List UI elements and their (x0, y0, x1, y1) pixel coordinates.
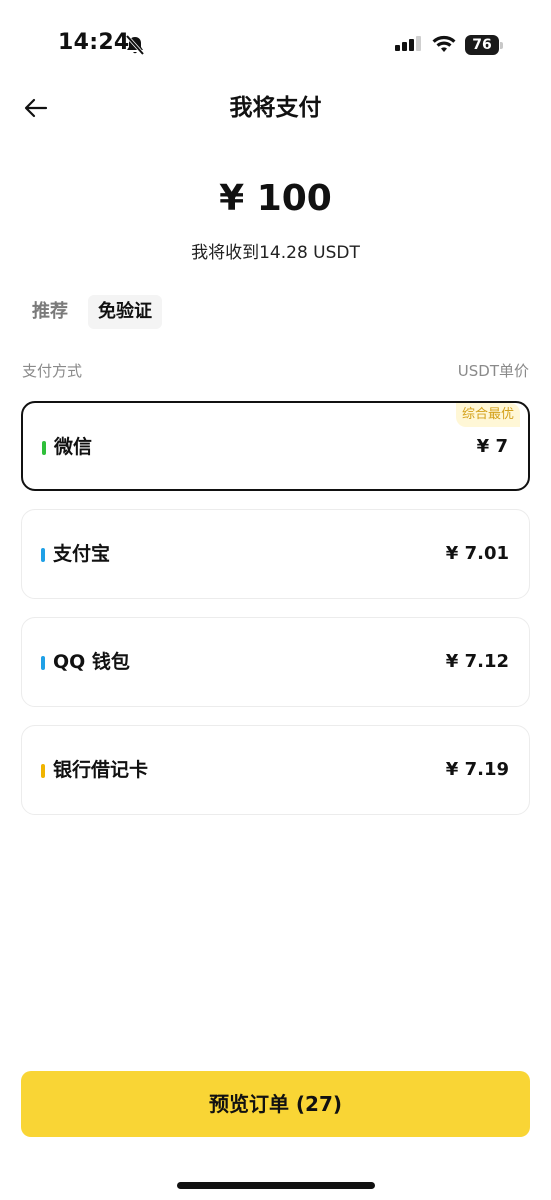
method-price: ¥ 7.12 (445, 651, 509, 672)
method-color-marker (41, 764, 45, 778)
column-payment-method: 支付方式 (22, 362, 83, 380)
method-color-marker (42, 441, 46, 455)
home-indicator[interactable] (177, 1182, 375, 1189)
method-name: 微信 (54, 436, 93, 458)
payment-method-alipay[interactable]: 支付宝 ¥ 7.01 (21, 509, 530, 599)
wifi-icon (432, 35, 456, 52)
receive-amount: 我将收到14.28 USDT (191, 243, 360, 263)
method-name: 支付宝 (53, 543, 111, 565)
payment-method-bank-debit-card[interactable]: 银行借记卡 ¥ 7.19 (21, 725, 530, 815)
battery-tip (500, 42, 503, 49)
column-usdt-price: USDT单价 (457, 362, 529, 380)
method-color-marker (41, 548, 45, 562)
best-overall-badge: 综合最优 (455, 403, 520, 427)
page-title: 我将支付 (229, 95, 322, 121)
tab-no-verification[interactable]: 免验证 (88, 295, 162, 329)
status-time: 14:24 (58, 30, 130, 55)
preview-order-button[interactable]: 预览订单 (27) (21, 1071, 530, 1137)
payment-method-wechat[interactable]: 微信 ¥ 7 综合最优 (21, 401, 530, 491)
status-bar: 14:24 76 (0, 0, 551, 90)
payment-method-qq-wallet[interactable]: QQ 钱包 ¥ 7.12 (21, 617, 530, 707)
method-price: ¥ 7.01 (445, 543, 509, 564)
battery-level: 76 (465, 35, 499, 55)
tab-recommended[interactable]: 推荐 (22, 295, 78, 329)
bell-slash-icon (125, 34, 145, 56)
pay-amount: ¥ 100 (219, 178, 332, 219)
method-color-marker (41, 656, 45, 670)
signal-icon (395, 36, 421, 51)
battery-icon: 76 (465, 35, 503, 55)
method-name: QQ 钱包 (53, 651, 130, 673)
method-name: 银行借记卡 (53, 759, 149, 781)
filter-tabs: 推荐 免验证 (22, 295, 162, 329)
method-price: ¥ 7.19 (445, 759, 509, 780)
